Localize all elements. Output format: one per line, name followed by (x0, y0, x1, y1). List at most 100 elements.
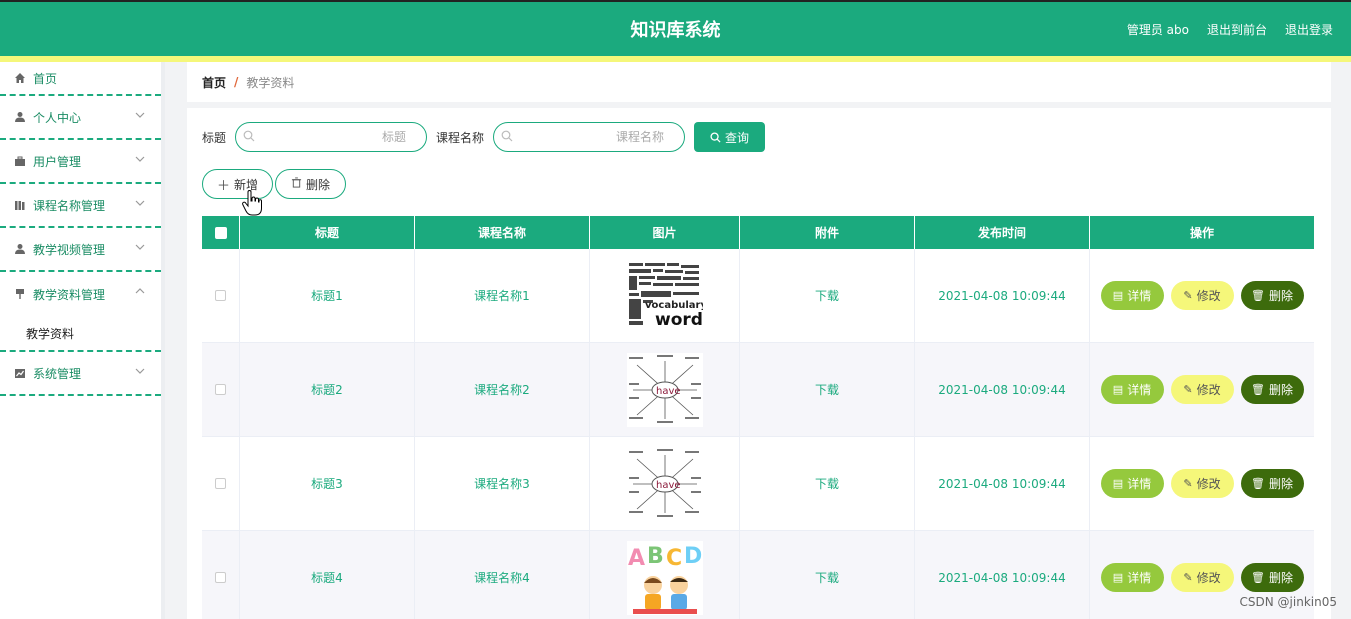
row-checkbox[interactable] (215, 384, 226, 395)
edit-label: 修改 (1196, 477, 1221, 491)
chevron-down-icon (135, 110, 145, 121)
chevron-down-icon (135, 154, 145, 165)
row-actions: ▤ 详情 ✎ 修改 🗑 删除 (1090, 343, 1314, 436)
main-panel: 标题 课程名称 查询 ＋ 新增 删除 标题 课 (187, 108, 1331, 619)
detail-label: 详情 (1127, 383, 1152, 397)
remove-button[interactable]: 🗑 删除 (1240, 375, 1304, 404)
edit-label: 修改 (1196, 571, 1221, 585)
table-row: 标题3 课程名称3 have 下载 2021-04-08 10:09:44 ▤ … (202, 437, 1314, 531)
chevron-up-icon (135, 286, 145, 297)
row-checkbox-cell (202, 249, 240, 342)
attachment-download-link[interactable]: 下载 (740, 249, 915, 342)
course-cell: 课程名称2 (415, 343, 590, 436)
detail-button[interactable]: ▤ 详情 (1100, 469, 1164, 498)
remove-button[interactable]: 🗑 删除 (1240, 563, 1304, 592)
vocabulary-words-image: vocabulary words (626, 258, 703, 333)
sidebar-item-label: 教学视频管理 (33, 242, 106, 257)
publish-time-cell: 2021-04-08 10:09:44 (915, 249, 1090, 342)
document-icon: ▤ (1112, 571, 1124, 584)
title-search-input[interactable] (262, 128, 407, 146)
select-all-checkbox[interactable] (214, 226, 227, 239)
svg-text:words: words (655, 310, 703, 330)
action-bar: ＋ 新增 删除 (202, 169, 346, 199)
hand-cursor-icon (242, 190, 262, 216)
detail-button[interactable]: ▤ 详情 (1100, 375, 1164, 404)
edit-button[interactable]: ✎ 修改 (1170, 375, 1234, 404)
title-cell: 标题4 (240, 531, 415, 619)
briefcase-icon (14, 155, 26, 167)
title-cell: 标题1 (240, 249, 415, 342)
column-header: 图片 (590, 216, 740, 249)
chart-icon (14, 367, 26, 379)
sidebar-subitem-materials[interactable]: 教学资料 (0, 316, 161, 352)
abcd-kids-image: A B C D (626, 540, 703, 615)
course-search-label: 课程名称 (436, 130, 485, 145)
admin-user-link[interactable]: 管理员 abo (1127, 21, 1189, 38)
attachment-download-link[interactable]: 下载 (740, 343, 915, 436)
search-icon (501, 130, 513, 142)
course-cell: 课程名称4 (415, 531, 590, 619)
image-cell: vocabulary words (590, 249, 740, 342)
sidebar-item-personal-center[interactable]: 个人中心 (0, 96, 161, 140)
edit-button[interactable]: ✎ 修改 (1170, 469, 1234, 498)
row-checkbox-cell (202, 437, 240, 530)
add-button[interactable]: ＋ 新增 (202, 169, 273, 199)
document-icon: ▤ (1112, 477, 1124, 490)
row-checkbox[interactable] (215, 572, 226, 583)
breadcrumb-home[interactable]: 首页 (202, 74, 226, 91)
remove-button[interactable]: 🗑 删除 (1240, 469, 1304, 498)
trash-icon: 🗑 (1251, 289, 1265, 302)
remove-label: 删除 (1268, 383, 1293, 397)
sidebar-item-home[interactable]: 首页 (0, 62, 161, 96)
sidebar-item-material-management[interactable]: 教学资料管理 (0, 272, 161, 316)
breadcrumb-current: 教学资料 (246, 75, 295, 90)
breadcrumb-separator: / (234, 75, 239, 89)
course-search-input[interactable] (520, 128, 665, 146)
image-cell: have (590, 343, 740, 436)
materials-table: 标题 课程名称 图片 附件 发布时间 操作 标题1 课程名称1 vocabula… (202, 216, 1314, 619)
logout-link[interactable]: 退出登录 (1285, 21, 1333, 38)
detail-button[interactable]: ▤ 详情 (1100, 563, 1164, 592)
detail-label: 详情 (1127, 477, 1152, 491)
user-icon (14, 243, 26, 255)
publish-time-cell: 2021-04-08 10:09:44 (915, 343, 1090, 436)
have-mindmap-image: have (626, 352, 703, 427)
svg-text:have: have (656, 386, 681, 397)
chevron-down-icon (135, 198, 145, 209)
pencil-icon: ✎ (1183, 289, 1193, 302)
edit-label: 修改 (1196, 383, 1221, 397)
edit-button[interactable]: ✎ 修改 (1170, 563, 1234, 592)
pin-icon (14, 288, 26, 300)
chevron-down-icon (135, 242, 145, 253)
svg-text:A: A (628, 546, 645, 571)
trash-icon: 🗑 (1251, 383, 1265, 396)
svg-text:B: B (647, 544, 664, 569)
detail-button[interactable]: ▤ 详情 (1100, 281, 1164, 310)
sidebar-item-course-management[interactable]: 课程名称管理 (0, 184, 161, 228)
trash-icon: 🗑 (1251, 477, 1265, 490)
sidebar-item-user-management[interactable]: 用户管理 (0, 140, 161, 184)
column-header: 发布时间 (915, 216, 1090, 249)
sidebar-item-video-management[interactable]: 教学视频管理 (0, 228, 161, 272)
breadcrumb: 首页 / 教学资料 (187, 62, 1331, 102)
select-all-cell (202, 216, 240, 249)
user-icon (14, 111, 26, 123)
attachment-download-link[interactable]: 下载 (740, 437, 915, 530)
edit-button[interactable]: ✎ 修改 (1170, 281, 1234, 310)
remove-button[interactable]: 🗑 删除 (1240, 281, 1304, 310)
row-checkbox[interactable] (215, 478, 226, 489)
trash-icon: 🗑 (1251, 571, 1265, 584)
delete-button[interactable]: 删除 (275, 169, 346, 199)
table-row: 标题4 课程名称4 A B C D 下载 2021-04-08 10:09:44… (202, 531, 1314, 619)
sidebar-item-system-management[interactable]: 系统管理 (0, 352, 161, 396)
title-search-box (235, 122, 428, 152)
title-cell: 标题2 (240, 343, 415, 436)
query-button[interactable]: 查询 (694, 122, 766, 152)
pencil-icon: ✎ (1183, 383, 1193, 396)
sidebar: 首页 个人中心 用户管理 课程名称管理 教学视频管理 教学资料管理 教学资料 系… (0, 62, 165, 619)
document-icon: ▤ (1112, 383, 1124, 396)
row-checkbox[interactable] (215, 290, 226, 301)
exit-to-front-link[interactable]: 退出到前台 (1207, 21, 1267, 38)
image-cell: A B C D (590, 531, 740, 619)
attachment-download-link[interactable]: 下载 (740, 531, 915, 619)
